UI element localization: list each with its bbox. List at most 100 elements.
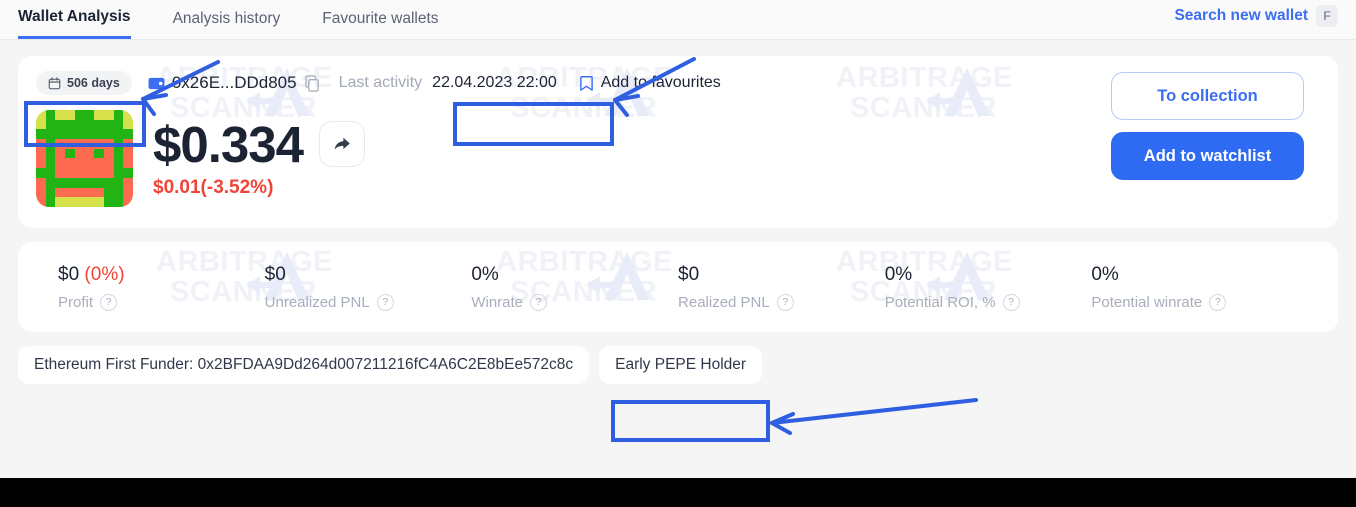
tab-wallet-analysis[interactable]: Wallet Analysis xyxy=(18,0,131,39)
avatar-pixel xyxy=(103,177,114,188)
help-icon[interactable]: ? xyxy=(376,293,394,311)
avatar-pixel xyxy=(123,119,133,130)
avatar-pixel xyxy=(84,119,95,130)
avatar-pixel xyxy=(55,177,66,188)
avatar-pixel xyxy=(123,148,133,159)
stat-label-text: Potential winrate xyxy=(1091,293,1203,311)
search-shortcut-key[interactable]: F xyxy=(1316,5,1338,27)
avatar-pixel xyxy=(94,187,104,198)
help-icon[interactable]: ? xyxy=(1209,293,1227,311)
avatar-pixel xyxy=(55,197,66,207)
avatar-pixel xyxy=(123,168,133,178)
avatar-pixel xyxy=(84,168,95,178)
help-icon[interactable]: ? xyxy=(1002,293,1020,311)
avatar-pixel xyxy=(94,139,104,149)
wallet-age-badge: 506 days xyxy=(36,71,132,95)
tab-favourite-wallets[interactable]: Favourite wallets xyxy=(322,0,438,39)
avatar-pixel xyxy=(103,129,114,140)
avatar-pixel xyxy=(45,158,56,169)
stat-cell: 0% Potential ROI, %? xyxy=(885,264,1092,311)
avatar-pixel xyxy=(123,177,133,188)
avatar-pixel xyxy=(123,139,133,149)
avatar-pixel xyxy=(123,158,133,169)
avatar-pixel xyxy=(36,197,46,207)
tab-analysis-history[interactable]: Analysis history xyxy=(173,0,281,39)
stat-value: 0% xyxy=(1091,263,1119,285)
avatar-pixel xyxy=(74,129,85,140)
wallet-address-text: 0x26E...DDd805 xyxy=(171,73,297,92)
add-to-watchlist-button[interactable]: Add to watchlist xyxy=(1111,132,1304,180)
price-column: $0.334 $0.01(-3.52%) xyxy=(153,118,365,200)
stat-label: Realized PNL? xyxy=(678,293,885,311)
avatar-pixel xyxy=(55,158,66,169)
stat-value: 0% xyxy=(884,263,913,285)
topbar-right-group: Search new wallet F xyxy=(1174,0,1338,39)
help-icon[interactable]: ? xyxy=(776,293,794,311)
avatar-pixel xyxy=(103,197,114,207)
avatar-pixel xyxy=(94,197,104,207)
last-activity-value: 22.04.2023 22:00 xyxy=(432,74,557,91)
annotation-arrow-pepe xyxy=(770,398,978,425)
stat-label: Winrate? xyxy=(471,293,678,311)
help-icon[interactable]: ? xyxy=(100,293,118,311)
help-icon[interactable]: ? xyxy=(530,293,548,311)
avatar-pixel xyxy=(65,158,75,169)
avatar-pixel xyxy=(103,119,114,130)
avatar-pixel xyxy=(123,110,133,120)
avatar-pixel xyxy=(65,177,75,188)
avatar-pixel xyxy=(84,148,95,159)
avatar-pixel xyxy=(36,177,46,188)
avatar-pixel xyxy=(65,187,75,198)
avatar-pixel xyxy=(65,168,75,178)
avatar-pixel xyxy=(113,148,124,159)
avatar-pixel xyxy=(36,110,46,120)
avatar-pixel xyxy=(36,129,46,140)
tab-list: Wallet Analysis Analysis history Favouri… xyxy=(18,0,439,39)
stat-cell: 0% Winrate? xyxy=(471,264,678,311)
avatar-pixel xyxy=(36,158,46,169)
share-button[interactable] xyxy=(319,121,365,168)
avatar-pixel xyxy=(94,148,104,159)
avatar-pixel xyxy=(123,129,133,140)
avatar-pixel xyxy=(55,148,66,159)
stat-label: Unrealized PNL? xyxy=(265,293,472,311)
search-new-wallet-link[interactable]: Search new wallet xyxy=(1174,7,1308,25)
tag-early-pepe-holder[interactable]: Early PEPE Holder xyxy=(599,346,763,384)
top-tab-bar: Wallet Analysis Analysis history Favouri… xyxy=(0,0,1356,40)
stat-cell: 0% Potential winrate? xyxy=(1091,264,1298,311)
add-to-favourites-button[interactable]: Add to favourites xyxy=(579,74,721,92)
wallet-age-text: 506 days xyxy=(67,76,120,90)
avatar-pixel xyxy=(45,139,56,149)
to-collection-button[interactable]: To collection xyxy=(1111,72,1304,120)
wallet-stats-card: ARBITRAGE SCANNER ARBITRAGE SCANNER ARBITR… xyxy=(18,242,1338,332)
avatar-pixel xyxy=(74,158,85,169)
bottom-black-bar xyxy=(0,478,1356,507)
share-icon xyxy=(334,138,350,150)
avatar-pixel xyxy=(103,168,114,178)
avatar-pixel xyxy=(65,139,75,149)
avatar-pixel xyxy=(65,129,75,140)
avatar-pixel xyxy=(103,148,114,159)
wallet-address[interactable]: 0x26E...DDd805 xyxy=(148,73,321,93)
avatar-pixel xyxy=(94,119,104,130)
tag-first-funder[interactable]: Ethereum First Funder: 0x2BFDAA9Dd264d00… xyxy=(18,346,590,384)
avatar-pixel xyxy=(45,197,56,207)
copy-icon[interactable] xyxy=(304,74,321,92)
wallet-tags-row: Ethereum First Funder: 0x2BFDAA9Dd264d00… xyxy=(18,346,1338,384)
stat-value: $0 xyxy=(678,263,700,285)
stat-value: $0 xyxy=(264,263,286,285)
avatar-pixel xyxy=(84,110,95,120)
avatar-pixel xyxy=(84,158,95,169)
avatar-pixel xyxy=(65,110,75,120)
avatar-pixel xyxy=(113,197,124,207)
wallet-actions: To collection Add to watchlist xyxy=(1111,72,1304,180)
avatar-pixel xyxy=(65,148,75,159)
avatar-pixel xyxy=(65,119,75,130)
avatar-pixel xyxy=(55,187,66,198)
stat-value: $0 (0%) xyxy=(58,263,125,285)
avatar-pixel xyxy=(45,129,56,140)
avatar-pixel xyxy=(84,139,95,149)
stat-cell: $0 Realized PNL? xyxy=(678,264,885,311)
avatar-pixel xyxy=(113,187,124,198)
avatar-pixel xyxy=(94,168,104,178)
